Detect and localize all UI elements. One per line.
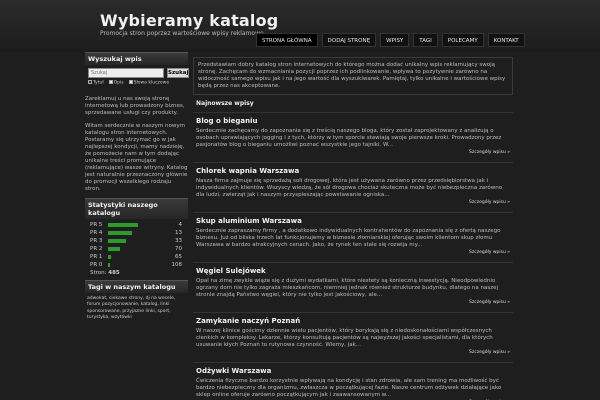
stats-label: PR 2 xyxy=(90,245,103,252)
stats-bar xyxy=(108,254,111,259)
stats-count: 108 xyxy=(171,261,183,268)
stats-count: 4 xyxy=(178,221,183,228)
checkbox-icon[interactable] xyxy=(128,80,133,84)
stats-label: PR 1 xyxy=(90,253,103,260)
search-widget-title: Wyszukaj wpis xyxy=(85,52,188,65)
stats-row: PR 3 33 xyxy=(85,237,188,245)
tags-widget-title: Tagi w naszym katalogu xyxy=(85,279,188,293)
post-title[interactable]: Chlorek wapnia Warszawa xyxy=(196,167,510,175)
search-options: Tytuł Opis Słowa kluczowe xyxy=(88,80,185,86)
main-content: Przedstawiam dobry katalog stron interne… xyxy=(193,52,513,400)
post-more-link[interactable]: Szczegóły wpisu » xyxy=(196,350,510,355)
stats-label: PR 3 xyxy=(90,237,103,244)
sidebar: Wyszukaj wpis Szukaj Tytuł Opis Słowa kl… xyxy=(85,52,190,325)
post-more-link[interactable]: Szczegóły wpisu » xyxy=(196,200,510,205)
sidebar-promo-text: Zareklamuj u nas swoją stronę internetow… xyxy=(85,95,185,116)
checkbox-icon[interactable] xyxy=(88,80,92,84)
stats-bar xyxy=(108,246,120,251)
stats-count: 33 xyxy=(175,237,182,244)
stats-row: PR 0 108 xyxy=(85,261,188,269)
post-excerpt: Ćwiczenia fizyczne bardzo korzystnie wpł… xyxy=(196,378,502,398)
post-more-link[interactable]: Szczegóły wpisu » xyxy=(196,150,510,155)
stats-label: PR 0 xyxy=(90,261,103,268)
sidebar-welcome-text: Witam serdecznie w naszym nowym katalogu… xyxy=(85,122,188,192)
stats-label: PR 4 xyxy=(90,229,103,236)
stats-count: 13 xyxy=(175,229,182,236)
stats-row: PR 1 65 xyxy=(85,253,188,261)
stats-total: Stron: 485 xyxy=(85,269,188,277)
post-excerpt: Opal na zimę zwykle wiąże się z dużymi w… xyxy=(196,278,499,298)
stats-bar xyxy=(108,238,126,243)
stats-widget-title: Statystyki naszego katalogu xyxy=(85,197,188,219)
search-box: Szukaj Tytuł Opis Słowa kluczowe xyxy=(85,65,190,89)
stats-total-label: Stron: xyxy=(90,269,107,276)
checkbox-icon[interactable] xyxy=(108,80,113,84)
stats-bar xyxy=(108,262,110,267)
stats-bar-track xyxy=(108,222,168,227)
site-header: Wybieramy katalog Promocja stron poprzez… xyxy=(0,0,600,52)
post-excerpt: Serdecznie zapraszamy firmy , a dodatkow… xyxy=(196,228,501,248)
stats-widget: Statystyki naszego katalogu PR 5 4 PR 4 13 P… xyxy=(85,197,188,277)
post-excerpt: Nasza firma zajmuje się sprzedażą soli d… xyxy=(196,178,503,198)
post-more-link[interactable]: Szczegóły wpisu » xyxy=(196,250,510,255)
stats-label: PR 5 xyxy=(90,221,103,228)
nav-recommended[interactable]: POLECAMY xyxy=(441,33,484,47)
stats-bar-track xyxy=(108,246,168,251)
stats-total-value: 485 xyxy=(108,269,120,276)
stats-count: 70 xyxy=(175,245,182,252)
post-item: Chlorek wapnia Warszawa Nasza firma zajmu… xyxy=(193,162,513,207)
post-title[interactable]: Zamykanie naczyń Poznań xyxy=(196,317,510,325)
tags-widget: Tagi w naszym katalogu adwokat, ciekawe … xyxy=(85,279,188,325)
tags-list[interactable]: adwokat, ciekawe strony, dj na wesele, f… xyxy=(85,293,188,325)
site-tagline: Promocja stron poprzez wartościowe wpisy… xyxy=(100,30,264,37)
post-item: Zamykanie naczyń Poznań W naszej klinice … xyxy=(193,312,513,357)
post-excerpt: W naszej klinice gościmy dziennie wielu … xyxy=(196,328,493,348)
post-item: Węgiel Sulejówek Opal na zimę zwykle wiąż… xyxy=(193,262,513,307)
nav-add-site[interactable]: DODAJ STRONĘ xyxy=(321,33,377,47)
search-widget: Wyszukaj wpis Szukaj Tytuł Opis Słowa kl… xyxy=(85,52,190,89)
nav-tags[interactable]: TAGI xyxy=(413,33,438,47)
posts-list: Blog o bieganiu Serdecznie zachęcamy do z… xyxy=(193,112,513,400)
nav-entries[interactable]: WPISY xyxy=(380,33,410,47)
stats-bar-track xyxy=(108,230,168,235)
stats-bar-track xyxy=(108,238,168,243)
stats-row: PR 4 13 xyxy=(85,229,188,237)
post-title[interactable]: Odżywki Warszawa xyxy=(196,367,510,375)
nav-contact[interactable]: KONTAKT xyxy=(487,33,525,47)
post-item: Odżywki Warszawa Ćwiczenia fizyczne bardz… xyxy=(193,362,513,400)
main-nav: STRONA GŁÓWNA DODAJ STRONĘ WPISY TAGI PO… xyxy=(256,33,525,47)
stats-bar xyxy=(108,230,132,235)
post-title[interactable]: Skup aluminium Warszawa xyxy=(196,217,510,225)
option-description[interactable]: Opis xyxy=(108,80,124,86)
stats-row: PR 5 4 xyxy=(85,221,188,229)
post-title[interactable]: Węgiel Sulejówek xyxy=(196,267,510,275)
post-excerpt: Serdecznie zachęcamy do zapoznania się z… xyxy=(196,128,502,148)
nav-home[interactable]: STRONA GŁÓWNA xyxy=(256,33,318,47)
latest-heading: Najnowsze wpisy xyxy=(196,100,254,107)
intro-text: Przedstawiam dobry katalog stron interne… xyxy=(193,57,513,95)
stats-rows: PR 5 4 PR 4 13 PR 3 33 PR 2 70 PR 1 65 PR 0 108 xyxy=(85,219,188,269)
option-title[interactable]: Tytuł xyxy=(88,80,104,86)
stats-bar xyxy=(108,222,138,227)
stats-bar-track xyxy=(108,262,168,267)
stats-count: 65 xyxy=(175,253,182,260)
stats-bar-track xyxy=(108,254,168,259)
post-item: Blog o bieganiu Serdecznie zachęcamy do z… xyxy=(193,112,513,157)
post-more-link[interactable]: Szczegóły wpisu » xyxy=(196,300,510,305)
search-button[interactable]: Szukaj xyxy=(167,68,190,78)
search-input[interactable] xyxy=(88,68,164,78)
option-keywords[interactable]: Słowa kluczowe xyxy=(128,80,169,86)
post-title[interactable]: Blog o bieganiu xyxy=(196,117,510,125)
stats-row: PR 2 70 xyxy=(85,245,188,253)
site-title[interactable]: Wybieramy katalog xyxy=(100,11,278,30)
post-item: Skup aluminium Warszawa Serdecznie zapras… xyxy=(193,212,513,257)
